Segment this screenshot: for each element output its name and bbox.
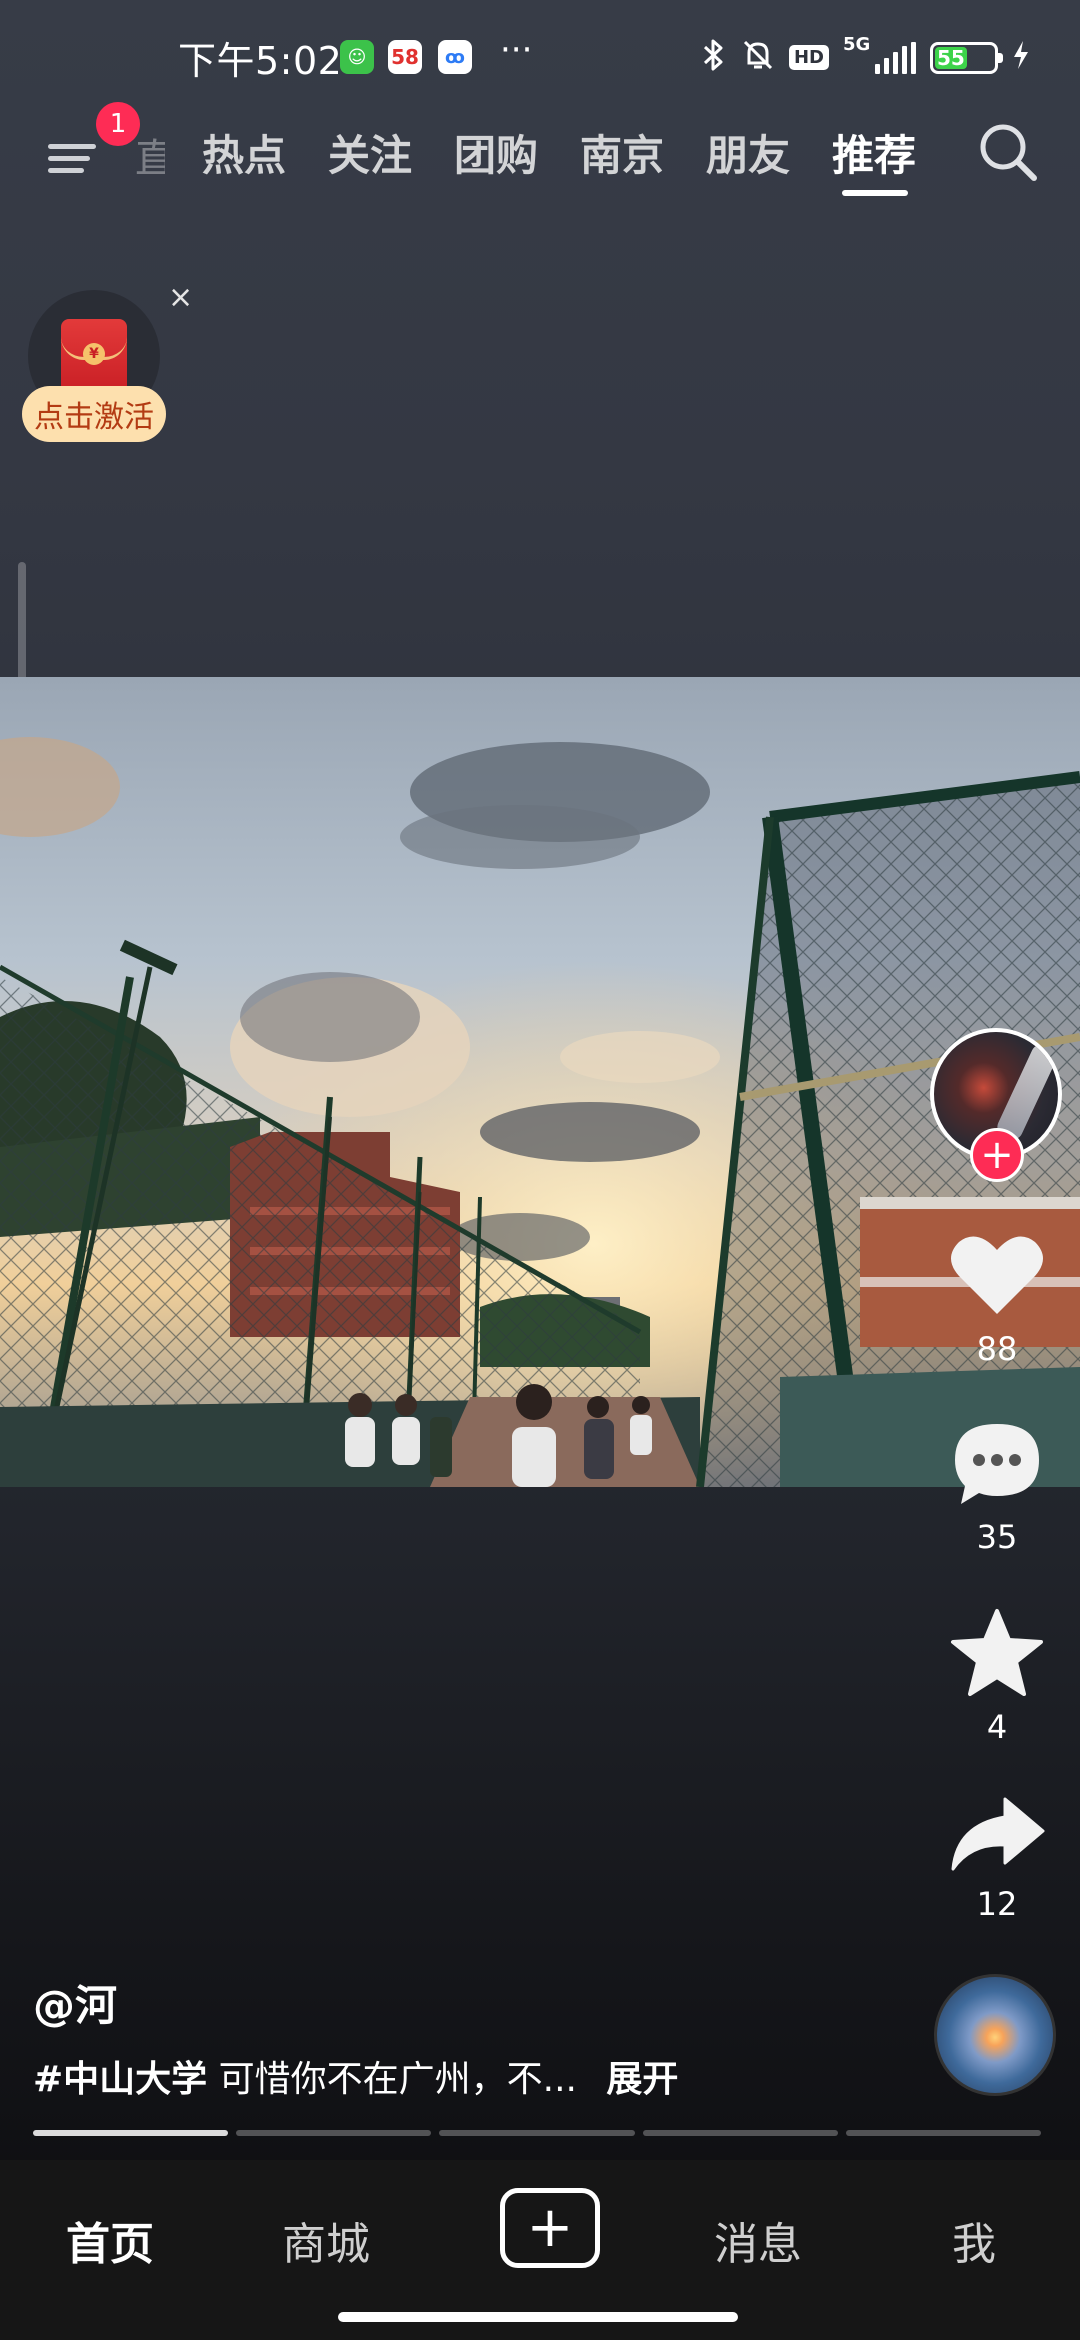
share-action[interactable]: 12 bbox=[940, 1795, 1054, 1923]
tab-recommended[interactable]: 推荐 bbox=[832, 122, 916, 183]
green-app-icon: ☺ bbox=[340, 40, 374, 74]
tab-partial[interactable]: 直播 bbox=[135, 126, 165, 184]
network-type: 5G bbox=[843, 33, 871, 55]
comment-count: 35 bbox=[976, 1518, 1018, 1556]
progress-segment bbox=[33, 2130, 229, 2136]
bluetooth-icon bbox=[701, 38, 727, 77]
tab-friends[interactable]: 朋友 bbox=[706, 122, 790, 183]
more-notifications-icon: ··· bbox=[500, 30, 533, 70]
share-arrow-icon[interactable] bbox=[947, 1795, 1047, 1875]
progress-segment bbox=[845, 2130, 1042, 2136]
bottom-nav: 首页 商城 + 消息 我 bbox=[0, 2160, 1080, 2340]
author-name[interactable]: @河 bbox=[33, 1972, 117, 2033]
heart-icon[interactable] bbox=[947, 1230, 1047, 1320]
battery-level: 55 bbox=[935, 46, 967, 70]
share-count: 12 bbox=[976, 1885, 1018, 1923]
status-time: 下午5:02 bbox=[178, 39, 343, 83]
image-progress-bar bbox=[33, 2130, 1042, 2138]
top-tab-bar: 1 直播 热点 关注 团购 南京 朋友 推荐 bbox=[0, 102, 1080, 210]
hd-badge: HD bbox=[788, 45, 829, 70]
menu-button[interactable] bbox=[48, 130, 102, 184]
progress-segment bbox=[439, 2130, 635, 2136]
search-icon[interactable] bbox=[976, 120, 1040, 184]
baidu-netdisk-icon: ꝏ bbox=[438, 40, 472, 74]
create-post-button[interactable]: + bbox=[500, 2188, 600, 2268]
tab-following[interactable]: 关注 bbox=[328, 122, 412, 183]
like-action[interactable]: 88 bbox=[940, 1230, 1054, 1368]
mute-bell-icon bbox=[741, 38, 775, 77]
home-indicator[interactable] bbox=[338, 2312, 738, 2322]
58-app-icon: 58 bbox=[388, 40, 422, 74]
charging-icon bbox=[1012, 40, 1030, 75]
battery-icon: 55 bbox=[930, 41, 1003, 74]
notification-badge: 1 bbox=[96, 102, 140, 146]
follow-button[interactable]: + bbox=[970, 1128, 1024, 1182]
close-icon[interactable]: × bbox=[168, 280, 193, 315]
tab-nanjing[interactable]: 南京 bbox=[580, 122, 664, 183]
hashtag-link[interactable]: #中山大学 bbox=[33, 2059, 207, 2100]
caption-text: 可惜你不在广州，不... bbox=[218, 2059, 577, 2100]
post-caption: #中山大学 可惜你不在广州，不... 展开 bbox=[33, 2050, 678, 2102]
post-image[interactable] bbox=[0, 677, 1080, 1487]
like-count: 88 bbox=[976, 1330, 1018, 1368]
progress-segment bbox=[642, 2130, 838, 2136]
nav-messages[interactable]: 消息 bbox=[714, 2208, 802, 2272]
signal-icon: 5G bbox=[843, 34, 916, 74]
nav-me[interactable]: 我 bbox=[952, 2208, 996, 2272]
tab-hot[interactable]: 热点 bbox=[202, 122, 286, 183]
comment-icon[interactable] bbox=[947, 1418, 1047, 1508]
coin-icon: ¥ bbox=[83, 343, 105, 365]
favorite-count: 4 bbox=[986, 1708, 1008, 1746]
active-tab-indicator bbox=[842, 190, 908, 196]
activate-button[interactable]: 点击激活 bbox=[22, 386, 166, 442]
status-bar: 下午5:02 ☺ 58 ꝏ ··· HD 5G 55 bbox=[0, 0, 1080, 120]
expand-button[interactable]: 展开 bbox=[606, 2059, 678, 2100]
tab-group-buy[interactable]: 团购 bbox=[454, 122, 538, 183]
progress-segment bbox=[236, 2130, 432, 2136]
system-status-icons: HD 5G 55 bbox=[701, 34, 1030, 77]
music-disc-icon[interactable] bbox=[934, 1974, 1056, 2096]
nav-home[interactable]: 首页 bbox=[66, 2208, 154, 2272]
nav-mall[interactable]: 商城 bbox=[282, 2208, 370, 2272]
comment-action[interactable]: 35 bbox=[940, 1418, 1054, 1556]
favorite-action[interactable]: 4 bbox=[940, 1608, 1054, 1746]
red-packet-widget[interactable]: ¥ 点击激活 × bbox=[22, 280, 193, 446]
star-icon[interactable] bbox=[947, 1608, 1047, 1698]
